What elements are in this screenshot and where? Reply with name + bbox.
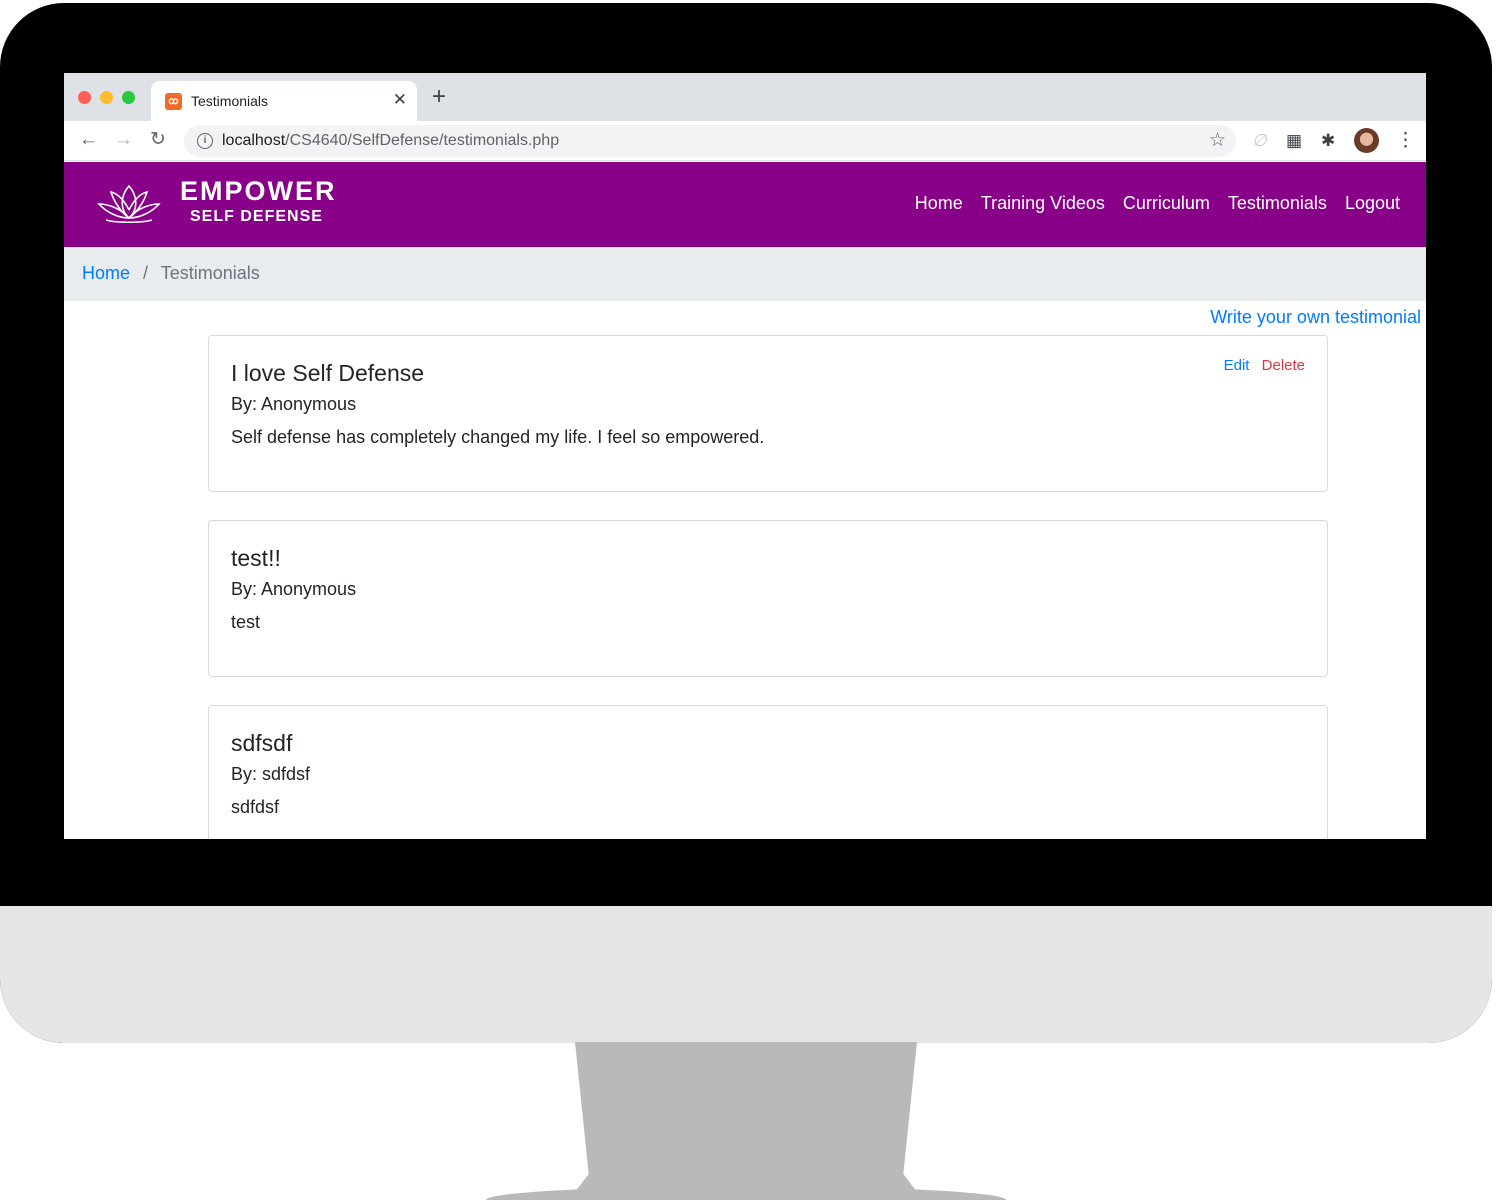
breadcrumb: Home / Testimonials [64,247,1426,301]
nav-curriculum[interactable]: Curriculum [1123,193,1210,214]
testimonial-author: By: Anonymous [231,394,357,414]
close-window-button[interactable] [78,91,91,104]
tab-title: Testimonials [191,93,269,109]
close-icon[interactable]: ✕ [393,90,407,110]
reload-icon[interactable]: ↻ [150,129,166,151]
testimonial-author: By: Anonymous [231,579,357,599]
testimonial-card: test!! By: Anonymous test [208,520,1328,677]
lotus-logo-icon[interactable] [94,182,164,224]
testimonial-title: sdfsdf [231,730,293,756]
xampp-icon: ꝏ [165,93,182,110]
maximize-window-button[interactable] [122,91,135,104]
brand-subtitle[interactable]: SELF DEFENSE [190,208,323,226]
tab-bar: ꝏ Testimonials ✕ + [64,73,1426,121]
nav-logout[interactable]: Logout [1345,193,1400,214]
minimize-window-button[interactable] [100,91,113,104]
brand-title[interactable]: EMPOWER [180,176,337,207]
address-bar[interactable]: i localhost/CS4640/SelfDefense/testimoni… [184,125,1236,157]
url-text: localhost/CS4640/SelfDefense/testimonial… [222,132,560,149]
puzzle-icon[interactable]: ✱ [1321,131,1335,151]
info-icon[interactable]: i [197,133,213,149]
forward-arrow-icon[interactable]: → [114,129,133,151]
breadcrumb-current: Testimonials [160,263,260,283]
grid-icon[interactable]: ▦ [1286,131,1302,151]
card-actions: Edit Delete [1224,357,1305,374]
main-nav: Home Training Videos Curriculum Testimon… [915,193,1400,214]
tab-testimonials[interactable]: ꝏ Testimonials ✕ [151,81,417,121]
write-testimonial-link[interactable]: Write your own testimonial [1210,307,1421,328]
extension-icon[interactable]: ∅ [1252,131,1267,151]
menu-dots-icon[interactable]: ⋮ [1396,129,1415,152]
testimonial-card: sdfsdf By: sdfdsf sdfdsf [208,705,1328,839]
profile-avatar[interactable] [1354,128,1379,153]
nav-testimonials[interactable]: Testimonials [1228,193,1327,214]
monitor-stand [575,1042,917,1192]
delete-link[interactable]: Delete [1262,357,1305,374]
testimonial-author: By: sdfdsf [231,764,311,784]
edit-link[interactable]: Edit [1224,357,1250,374]
new-tab-button[interactable]: + [432,85,446,109]
browser-toolbar: ← → ↻ i localhost/CS4640/SelfDefense/tes… [64,121,1426,161]
site-navbar: EMPOWER SELF DEFENSE Home Training Video… [64,162,1426,247]
monitor-stand-base [486,1186,1006,1200]
testimonial-body: test [231,612,261,632]
breadcrumb-home[interactable]: Home [82,263,130,283]
testimonial-body: sdfdsf [231,797,280,817]
browser-window: ꝏ Testimonials ✕ + ← → ↻ i localhost/CS4… [64,73,1426,839]
testimonial-card: I love Self Defense By: Anonymous Self d… [208,335,1328,492]
back-arrow-icon[interactable]: ← [79,129,98,151]
nav-training-videos[interactable]: Training Videos [981,193,1105,214]
testimonial-title: test!! [231,545,281,571]
testimonial-title: I love Self Defense [231,360,425,386]
nav-home[interactable]: Home [915,193,963,214]
testimonial-body: Self defense has completely changed my l… [231,427,765,447]
breadcrumb-separator: / [143,263,149,283]
bookmark-star-icon[interactable]: ☆ [1209,129,1226,152]
monitor-chin [0,906,1492,1043]
